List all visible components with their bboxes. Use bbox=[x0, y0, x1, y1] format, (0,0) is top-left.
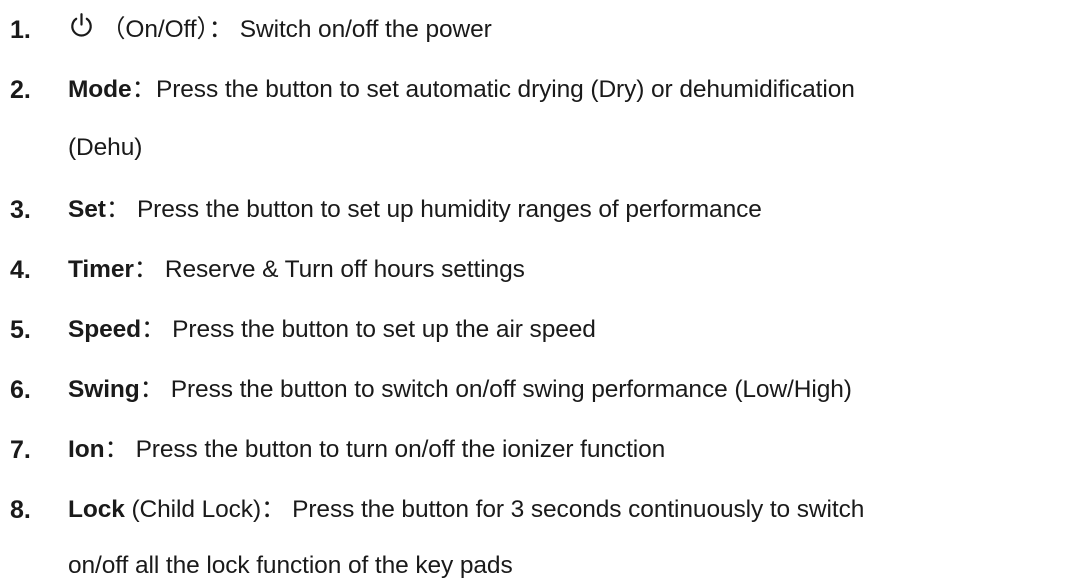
list-item-set: 3. Set： Press the button to set up humid… bbox=[0, 192, 1083, 228]
item-continuation: on/off all the lock function of the key … bbox=[68, 552, 513, 579]
power-icon bbox=[68, 12, 95, 39]
item-paren: ： bbox=[139, 376, 165, 403]
item-term: Lock bbox=[68, 496, 125, 523]
item-content: Timer： Reserve & Turn off hours settings bbox=[68, 252, 525, 288]
item-text: Press the button to set automatic drying… bbox=[155, 76, 855, 103]
list-item-lock-continuation: on/off all the lock function of the key … bbox=[0, 548, 1083, 584]
item-text: Press the button to set up humidity rang… bbox=[130, 196, 762, 223]
item-paren: ： bbox=[133, 256, 159, 283]
item-continuation: (Dehu) bbox=[68, 134, 143, 161]
item-term: Ion bbox=[68, 436, 105, 463]
list-item-ion: 7. Ion： Press the button to turn on/off … bbox=[0, 432, 1083, 468]
item-content: Swing： Press the button to switch on/off… bbox=[68, 372, 852, 408]
item-number: 6. bbox=[10, 376, 31, 404]
item-term: Swing bbox=[68, 376, 140, 403]
list-item-speed: 5. Speed： Press the button to set up the… bbox=[0, 312, 1083, 348]
item-paren: （On/Off）： bbox=[101, 16, 234, 43]
list-item-swing: 6. Swing： Press the button to switch on/… bbox=[0, 372, 1083, 408]
item-content: Set： Press the button to set up humidity… bbox=[68, 192, 762, 228]
item-term: Set bbox=[68, 196, 106, 223]
list-item-power: 1. （On/Off）： Switch on/off the power bbox=[0, 12, 1083, 48]
item-text: Press the button to switch on/off swing … bbox=[164, 376, 852, 403]
item-paren: ： bbox=[131, 76, 157, 103]
item-number: 8. bbox=[10, 496, 31, 524]
item-text: Switch on/off the power bbox=[233, 16, 492, 43]
item-paren: ： bbox=[105, 196, 131, 223]
item-number: 1. bbox=[10, 16, 31, 44]
item-term: Speed bbox=[68, 316, 142, 343]
list-item-timer: 4. Timer： Reserve & Turn off hours setti… bbox=[0, 252, 1083, 288]
list-item-mode-continuation: (Dehu) bbox=[0, 130, 1083, 166]
item-paren: ： bbox=[104, 436, 129, 463]
item-content: Ion： Press the button to turn on/off the… bbox=[68, 432, 665, 468]
item-text: Press the button to set up the air speed bbox=[165, 316, 596, 343]
list-item-lock: 8. Lock (Child Lock)： Press the button f… bbox=[0, 492, 1083, 528]
item-paren: (Child Lock)： bbox=[124, 496, 286, 523]
item-content: Lock (Child Lock)： Press the button for … bbox=[68, 492, 864, 528]
item-number: 5. bbox=[10, 316, 31, 344]
item-number: 3. bbox=[10, 196, 31, 224]
item-term: Mode bbox=[68, 76, 132, 103]
item-number: 7. bbox=[10, 436, 31, 464]
item-content: Mode：Press the button to set automatic d… bbox=[68, 72, 855, 108]
item-paren: ： bbox=[141, 316, 166, 343]
item-text: Press the button for 3 seconds continuou… bbox=[285, 496, 865, 523]
item-content: （On/Off）： Switch on/off the power bbox=[68, 12, 492, 48]
item-text: Reserve & Turn off hours settings bbox=[158, 256, 525, 283]
item-number: 2. bbox=[10, 76, 31, 104]
item-text: Press the button to turn on/off the ioni… bbox=[128, 436, 666, 463]
item-content: Speed： Press the button to set up the ai… bbox=[68, 312, 596, 348]
list-item-mode: 2. Mode：Press the button to set automati… bbox=[0, 72, 1083, 108]
item-number: 4. bbox=[10, 256, 31, 284]
item-term: Timer bbox=[68, 256, 134, 283]
